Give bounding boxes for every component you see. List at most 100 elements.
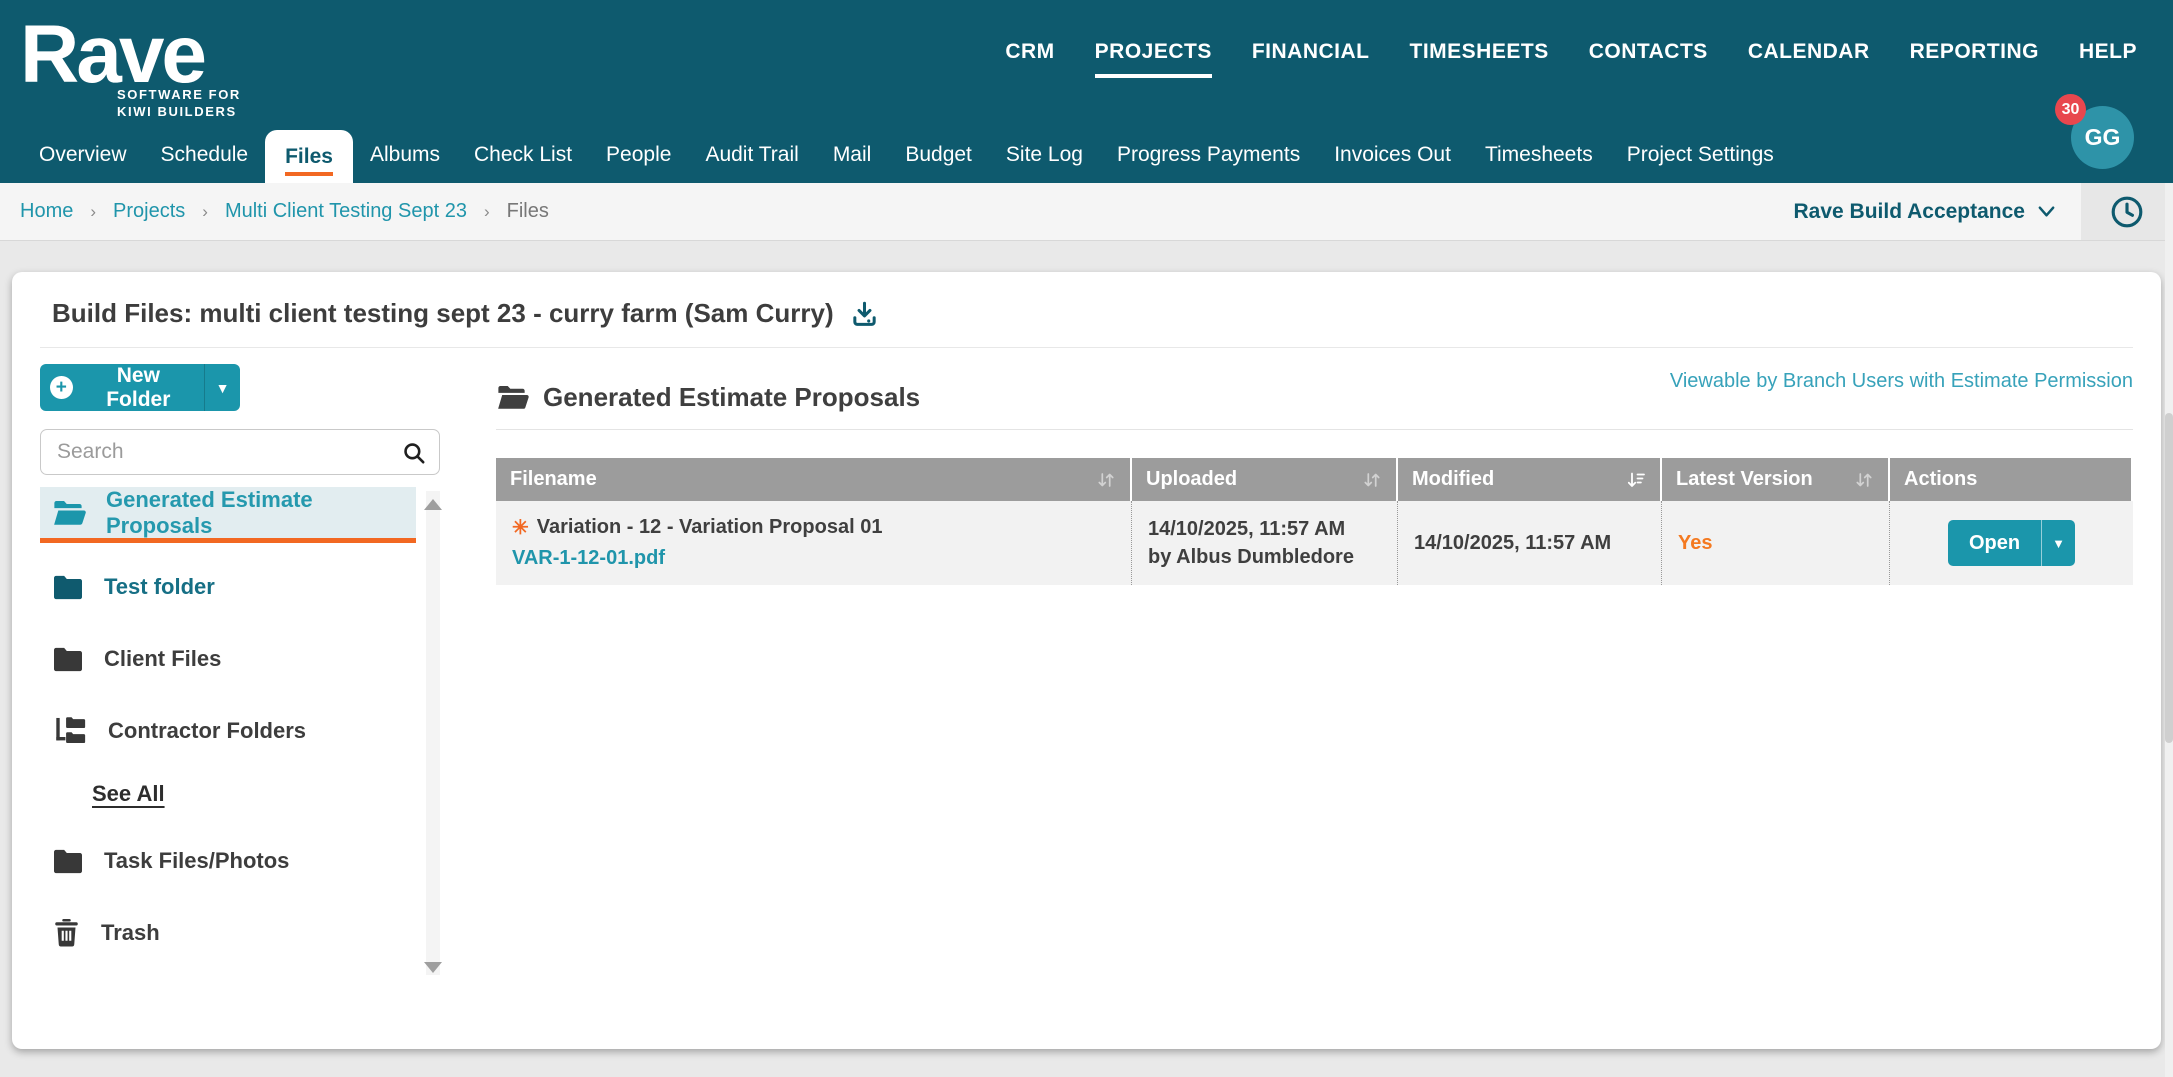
folder-item-label: Generated Estimate Proposals [106, 486, 313, 538]
breadcrumb-project-name[interactable]: Multi Client Testing Sept 23 [225, 200, 467, 223]
caret-down-icon: ▼ [215, 379, 230, 396]
new-folder-label: New Folder [106, 363, 171, 411]
tab-invoices-out[interactable]: Invoices Out [1317, 130, 1468, 183]
folder-item-generated-estimate-proposals[interactable]: Generated Estimate Proposals [40, 487, 416, 543]
column-header-latest-version[interactable]: Latest Version [1662, 458, 1890, 501]
new-folder-button[interactable]: + New Folder [40, 364, 204, 411]
latest-version-value: Yes [1678, 531, 1713, 554]
nav-crm[interactable]: CRM [1005, 40, 1054, 78]
tab-schedule[interactable]: Schedule [144, 130, 266, 183]
download-all-button[interactable] [850, 299, 879, 328]
nav-calendar[interactable]: CALENDAR [1748, 40, 1870, 78]
folder-search [40, 429, 440, 475]
uploaded-by: by Albus Dumbledore [1148, 546, 1354, 568]
plus-icon: + [50, 376, 73, 399]
nav-timesheets[interactable]: TIMESHEETS [1410, 40, 1549, 78]
tab-check-list[interactable]: Check List [457, 130, 589, 183]
folder-heading-text: Generated Estimate Proposals [543, 382, 921, 412]
project-tab-bar: Overview Schedule Files Albums Check Lis… [22, 130, 1791, 183]
column-header-modified[interactable]: Modified [1398, 458, 1662, 501]
notification-badge: 30 [2055, 94, 2086, 125]
folder-item-label: Client Files [104, 646, 222, 671]
breadcrumb-separator: › [483, 201, 490, 221]
user-avatar[interactable]: GG 30 [2055, 94, 2134, 169]
column-header-filename[interactable]: Filename [496, 458, 1132, 501]
tab-timesheets[interactable]: Timesheets [1468, 130, 1610, 183]
brand-tagline: SOFTWARE FOR KIWI BUILDERS [117, 87, 241, 120]
nav-contacts[interactable]: CONTACTS [1589, 40, 1708, 78]
workflow-selector[interactable]: Rave Build Acceptance [1794, 200, 2057, 224]
search-input[interactable] [40, 429, 440, 475]
tab-overview[interactable]: Overview [22, 130, 144, 183]
rave-logo[interactable]: Rave SOFTWARE FOR KIWI BUILDERS [20, 9, 241, 120]
tab-budget[interactable]: Budget [888, 130, 989, 183]
breadcrumb-bar: Home › Projects › Multi Client Testing S… [0, 183, 2173, 241]
folder-item-client-files[interactable]: Client Files [40, 631, 416, 687]
scroll-down-arrow-icon[interactable] [424, 962, 442, 973]
main-nav: CRM PROJECTS FINANCIAL TIMESHEETS CONTAC… [1005, 40, 2137, 78]
files-panel: Generated Estimate Proposals Viewable by… [496, 364, 2133, 979]
cell-uploaded: 14/10/2025, 11:57 AM by Albus Dumbledore [1132, 501, 1398, 585]
sort-desc-icon [1626, 470, 1646, 490]
column-header-actions: Actions [1890, 458, 2133, 501]
clock-icon [2109, 194, 2145, 230]
tab-audit-trail[interactable]: Audit Trail [688, 130, 815, 183]
folder-sidebar: + New Folder ▼ Search Generated Estimate… [40, 364, 442, 979]
folder-item-trash[interactable]: Trash [40, 905, 416, 961]
see-all-link[interactable]: See All [92, 781, 165, 807]
breadcrumb-separator: › [202, 201, 208, 221]
card-content: + New Folder ▼ Search Generated Estimate… [40, 348, 2133, 979]
sort-icon [1096, 470, 1116, 490]
column-header-uploaded[interactable]: Uploaded [1132, 458, 1398, 501]
chevron-down-icon [2036, 201, 2057, 222]
search-icon [401, 440, 427, 466]
cell-modified: 14/10/2025, 11:57 AM [1398, 501, 1662, 585]
cell-actions: Open ▼ [1890, 501, 2133, 585]
current-folder-heading: Generated Estimate Proposals [496, 382, 920, 413]
tab-project-settings[interactable]: Project Settings [1610, 130, 1791, 183]
open-button[interactable]: Open [1947, 520, 2042, 566]
folder-list: Generated Estimate Proposals Test folder… [40, 487, 442, 979]
uploaded-date: 14/10/2025, 11:57 AM [1148, 518, 1346, 540]
new-file-star-icon: ✳ [512, 517, 529, 539]
folder-item-task-files-photos[interactable]: Task Files/Photos [40, 833, 416, 889]
nav-help[interactable]: HELP [2079, 40, 2137, 78]
tab-site-log[interactable]: Site Log [989, 130, 1100, 183]
file-pdf-link[interactable]: VAR-1-12-01.pdf [512, 547, 665, 570]
cell-latest-version: Yes [1662, 501, 1890, 585]
nav-projects[interactable]: PROJECTS [1094, 40, 1212, 78]
folder-item-label: Test folder [104, 574, 215, 599]
new-folder-menu-button[interactable]: ▼ [204, 364, 240, 411]
page-title: Build Files: multi client testing sept 2… [52, 298, 834, 328]
sort-icon [1854, 470, 1874, 490]
file-title-row: ✳ Variation - 12 - Variation Proposal 01 [512, 515, 1115, 540]
tab-progress-payments[interactable]: Progress Payments [1100, 130, 1317, 183]
breadcrumb-right: Rave Build Acceptance [1794, 183, 2173, 240]
breadcrumb-home[interactable]: Home [20, 200, 73, 223]
folder-item-test-folder[interactable]: Test folder [40, 559, 416, 615]
tab-albums[interactable]: Albums [353, 130, 457, 183]
scroll-up-arrow-icon[interactable] [424, 499, 442, 510]
folder-icon [52, 574, 84, 601]
breadcrumb-current: Files [506, 200, 549, 222]
tab-people[interactable]: People [589, 130, 688, 183]
breadcrumb-projects[interactable]: Projects [113, 200, 185, 223]
nav-financial[interactable]: FINANCIAL [1252, 40, 1370, 78]
card-title-row: Build Files: multi client testing sept 2… [40, 272, 2133, 348]
permission-note-link[interactable]: Viewable by Branch Users with Estimate P… [1670, 370, 2133, 393]
nav-reporting[interactable]: REPORTING [1910, 40, 2039, 78]
folder-icon [52, 646, 84, 673]
heading-divider [496, 429, 2133, 430]
folder-list-scrollbar[interactable] [424, 491, 442, 975]
tab-files[interactable]: Files [265, 130, 353, 183]
see-all-row: See All [92, 775, 416, 813]
folder-item-contractor-folders[interactable]: Contractor Folders [40, 703, 416, 759]
page-scrollbar-thumb[interactable] [2165, 413, 2173, 743]
file-title: Variation - 12 - Variation Proposal 01 [536, 516, 883, 538]
folder-tree-icon [52, 716, 88, 746]
tab-mail[interactable]: Mail [816, 130, 889, 183]
open-menu-button[interactable]: ▼ [2041, 520, 2076, 566]
trash-icon [52, 918, 81, 948]
page-scrollbar[interactable] [2165, 183, 2173, 1077]
history-button[interactable] [2081, 183, 2173, 240]
